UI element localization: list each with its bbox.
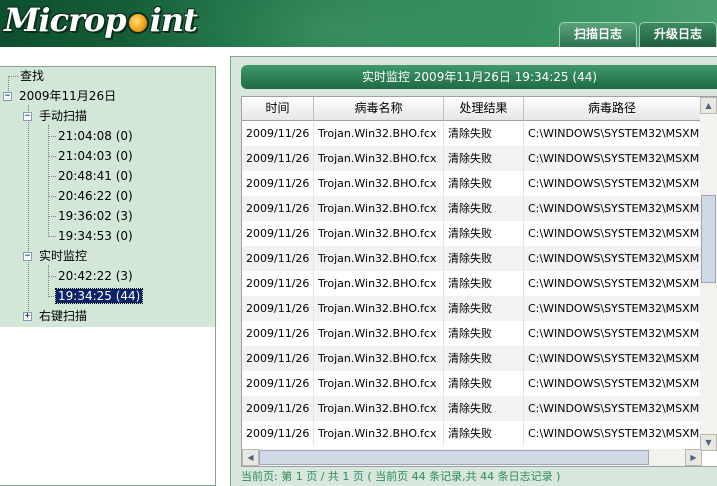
tab-update-log[interactable]: 升级日志 (638, 22, 717, 47)
table-row[interactable]: 2009/11/26 Trojan.Win32.BHO.fcx 清除失败 C:\WIN… (242, 246, 701, 271)
scroll-right-icon[interactable]: ▶ (685, 449, 702, 466)
vertical-scroll-thumb[interactable] (701, 195, 716, 283)
table-row[interactable]: 2009/11/26 Trojan.Win32.BHO.fcx 清除失败 C:\WIN… (242, 421, 701, 446)
tree-item-monitor-record-selected[interactable]: 19:34:25 (44) (54, 287, 144, 305)
tab-scan-log[interactable]: 扫描日志 (558, 22, 637, 47)
column-header-result[interactable]: 处理结果 (444, 97, 524, 121)
tree-item-scan-record[interactable]: 20:46:22 (0) (56, 187, 135, 205)
vertical-scrollbar[interactable]: ▲ ▼ (700, 97, 717, 451)
tree-item-scan-record[interactable]: 19:36:02 (3) (56, 207, 135, 225)
tree-item-scan-record[interactable]: 21:04:03 (0) (56, 147, 135, 165)
tree-item-realtime-monitor[interactable]: 实时监控 (37, 247, 89, 265)
tree-connector (48, 265, 49, 297)
horizontal-scrollbar[interactable]: ◀ ▶ (242, 449, 702, 466)
table-row[interactable]: 2009/11/26 Trojan.Win32.BHO.fcx 清除失败 C:\WIN… (242, 271, 701, 296)
app-header: Microp int 扫描日志 升级日志 (0, 0, 717, 47)
tree-connector (8, 76, 18, 77)
table-row[interactable]: 2009/11/26 Trojan.Win32.BHO.fcx 清除失败 C:\WIN… (242, 346, 701, 371)
tree-item-monitor-record[interactable]: 20:42:22 (3) (56, 267, 135, 285)
scroll-down-icon[interactable]: ▼ (700, 434, 717, 451)
collapse-icon[interactable]: − (23, 112, 32, 121)
expand-icon[interactable]: + (23, 312, 32, 321)
panel-title: 实时监控 2009年11月26日 19:34:25 (44) (241, 65, 717, 89)
tree-connector (48, 176, 56, 177)
log-tree-panel: 查找 − 2009年11月26日 − 手动扫描 21:04:08 (0) 21:… (0, 66, 216, 486)
tree-connector (48, 125, 49, 237)
table-row[interactable]: 2009/11/26 Trojan.Win32.BHO.fcx 清除失败 C:\WIN… (242, 221, 701, 246)
horizontal-scroll-thumb[interactable] (259, 450, 649, 465)
tree-connector (48, 236, 56, 237)
tree-item-right-click-scan[interactable]: 右键扫描 (37, 307, 89, 325)
tree-item-scan-record[interactable]: 21:04:08 (0) (56, 127, 135, 145)
collapse-icon[interactable]: − (23, 252, 32, 261)
column-header-path[interactable]: 病毒路径 (524, 97, 701, 121)
tree-connector (48, 156, 56, 157)
table-row[interactable]: 2009/11/26 Trojan.Win32.BHO.fcx 清除失败 C:\WIN… (242, 146, 701, 171)
collapse-icon[interactable]: − (3, 92, 12, 101)
tree-item-manual-scan[interactable]: 手动扫描 (37, 107, 89, 125)
log-detail-panel: 实时监控 2009年11月26日 19:34:25 (44) 时间 病毒名称 处… (230, 56, 717, 486)
table-row[interactable]: 2009/11/26 Trojan.Win32.BHO.fcx 清除失败 C:\WIN… (242, 296, 701, 321)
scroll-up-icon[interactable]: ▲ (700, 97, 717, 114)
table-row[interactable]: 2009/11/26 Trojan.Win32.BHO.fcx 清除失败 C:\WIN… (242, 196, 701, 221)
tree-item-search[interactable]: 查找 (18, 67, 46, 85)
table-row[interactable]: 2009/11/26 Trojan.Win32.BHO.fcx 清除失败 C:\WIN… (242, 321, 701, 346)
column-header-virus-name[interactable]: 病毒名称 (314, 97, 444, 121)
table-body: 2009/11/26 Trojan.Win32.BHO.fcx 清除失败 C:\WIN… (242, 121, 701, 446)
table-row[interactable]: 2009/11/26 Trojan.Win32.BHO.fcx 清除失败 C:\WIN… (242, 171, 701, 196)
tree-item-scan-record[interactable]: 19:34:53 (0) (56, 227, 135, 245)
micropoint-logo: Microp int (4, 1, 198, 39)
log-tabs: 扫描日志 升级日志 (558, 22, 717, 47)
table-row[interactable]: 2009/11/26 Trojan.Win32.BHO.fcx 清除失败 C:\WIN… (242, 371, 701, 396)
tree-connector (28, 105, 29, 315)
tree-connector (48, 296, 56, 297)
virus-log-table: 时间 病毒名称 处理结果 病毒路径 2009/11/26 Trojan.Win32… (241, 96, 717, 467)
table-row[interactable]: 2009/11/26 Trojan.Win32.BHO.fcx 清除失败 C:\WIN… (242, 396, 701, 421)
logo-dot-icon (126, 12, 149, 34)
tree-connector (48, 276, 56, 277)
log-tree: 查找 − 2009年11月26日 − 手动扫描 21:04:08 (0) 21:… (0, 67, 215, 327)
tree-connector (48, 216, 56, 217)
pagination-status: 当前页: 第 1 页 / 共 1 页 ( 当前页 44 条记录,共 44 条日志… (241, 470, 561, 483)
tree-connector (48, 136, 56, 137)
tree-item-scan-record[interactable]: 20:48:41 (0) (56, 167, 135, 185)
table-header: 时间 病毒名称 处理结果 病毒路径 (242, 97, 701, 121)
scroll-left-icon[interactable]: ◀ (242, 449, 259, 466)
column-header-time[interactable]: 时间 (242, 97, 314, 121)
table-row[interactable]: 2009/11/26 Trojan.Win32.BHO.fcx 清除失败 C:\WIN… (242, 121, 701, 146)
tree-connector (48, 196, 56, 197)
tree-item-date[interactable]: 2009年11月26日 (17, 87, 118, 105)
